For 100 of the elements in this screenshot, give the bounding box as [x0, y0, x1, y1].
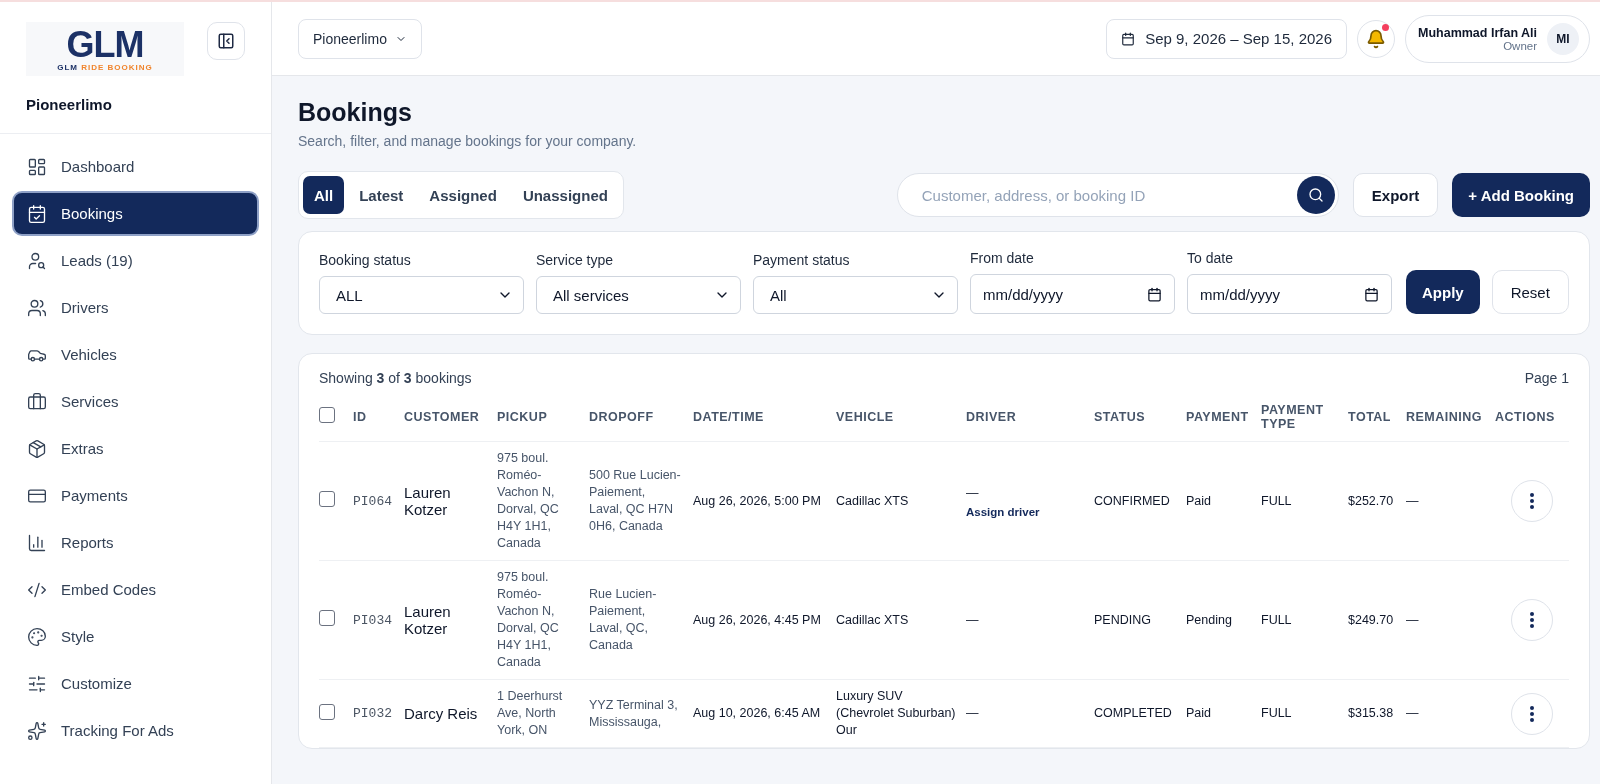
column-header: PICKUP [497, 409, 549, 424]
search-field[interactable]: Customer, address, or booking ID [896, 173, 1339, 217]
sidebar-item-label: Tracking For Ads [61, 722, 174, 739]
total-amount: $249.70 [1348, 611, 1395, 629]
column-header: PAYMENT TYPE [1261, 402, 1325, 431]
total-amount: $315.38 [1348, 705, 1395, 722]
row-checkbox[interactable] [319, 491, 335, 507]
date-time: Aug 26, 2026, 4:45 PM [693, 611, 822, 629]
search-input[interactable]: Customer, address, or booking ID [919, 185, 1297, 205]
column-header: DATE/TIME [693, 409, 765, 424]
user-menu[interactable]: Muhammad Irfan Ali Owner MI [1405, 14, 1590, 63]
users-icon [27, 297, 47, 318]
row-checkbox[interactable] [319, 610, 335, 626]
sidebar-item[interactable]: Drivers [12, 285, 259, 330]
select-all-checkbox[interactable] [319, 406, 335, 423]
search-icon [1307, 187, 1324, 203]
company-dropdown[interactable]: Pioneerlimo [298, 18, 422, 59]
reset-button[interactable]: Reset [1491, 270, 1569, 314]
page-title: Bookings [298, 98, 413, 127]
collapse-sidebar-button[interactable] [207, 22, 245, 60]
sidebar-item[interactable]: Embed Codes [12, 567, 259, 612]
filter-label: Service type [536, 252, 615, 268]
select-field[interactable]: ALL [319, 276, 524, 314]
vehicle-name: Cadillac XTS [836, 611, 910, 629]
page-subtitle: Search, filter, and manage bookings for your company. [298, 133, 638, 149]
column-header: TOTAL [1348, 409, 1392, 424]
date-field[interactable]: mm/dd/yyyy [970, 274, 1175, 314]
sidebar-item-label: Embed Codes [61, 581, 157, 598]
more-icon [1530, 705, 1534, 722]
dropoff-address: 500 Rue Lucien-Paiement, Laval, QC H7N 0H6, Canada [589, 467, 682, 535]
page-indicator: Page 1 [1524, 370, 1569, 386]
user-search-icon [27, 250, 47, 271]
search-button[interactable] [1296, 176, 1335, 214]
sidebar-item[interactable]: Services [12, 379, 259, 424]
sidebar-item[interactable]: Dashboard [12, 144, 259, 189]
tab[interactable]: Unassigned [511, 176, 619, 214]
remaining-amount: — [1406, 492, 1420, 510]
row-actions-button[interactable] [1511, 480, 1553, 522]
sidebar-item-label: Extras [61, 440, 104, 457]
add-booking-button[interactable]: + Add Booking [1452, 173, 1590, 217]
total-amount: $252.70 [1348, 492, 1395, 510]
driver-name: — [966, 705, 980, 722]
sidebar-item[interactable]: Customize [12, 661, 259, 706]
select-field[interactable]: All services [536, 276, 741, 314]
sidebar-item-label: Vehicles [61, 346, 117, 363]
briefcase-icon [27, 391, 47, 412]
export-button[interactable]: Export [1352, 173, 1439, 217]
sidebar-item[interactable]: Payments [12, 473, 259, 518]
payment-type: FULL [1261, 705, 1293, 722]
pickup-address: 975 boul. Roméo-Vachon N, Dorval, QC H4Y 1H1, Canada [497, 450, 560, 552]
date-field[interactable]: mm/dd/yyyy [1187, 274, 1392, 314]
column-header: VEHICLE [836, 409, 895, 424]
select-field[interactable]: All [753, 276, 958, 314]
sidebar-item[interactable]: Tracking For Ads [12, 708, 259, 753]
row-checkbox[interactable] [319, 703, 335, 720]
sidebar-item[interactable]: Leads (19) [12, 238, 259, 283]
sidebar-item-label: Dashboard [61, 158, 135, 175]
payment-status: Paid [1186, 492, 1213, 510]
tab[interactable]: Latest [348, 176, 415, 214]
dropoff-address: YYZ Terminal 3, Mississauga, [589, 696, 679, 731]
sidebar-item[interactable]: Style [12, 614, 259, 659]
customer-name: Lauren Kotzer [404, 603, 452, 637]
customer-name: Darcy Reis [404, 705, 479, 722]
avatar: MI [1547, 22, 1579, 55]
assign-driver-link[interactable]: Assign driver [966, 505, 1094, 518]
more-icon [1530, 493, 1534, 509]
customer-name: Lauren Kotzer [404, 484, 452, 518]
logo: GLM GLM RIDE BOOKING [26, 22, 184, 76]
company-name: Pioneerlimo [0, 76, 271, 134]
filter-label: To date [1187, 250, 1234, 266]
more-icon [1530, 612, 1534, 628]
panel-icon [217, 32, 235, 50]
sidebar-item[interactable]: Extras [12, 426, 259, 471]
sidebar-item[interactable]: Reports [12, 520, 259, 565]
booking-status: CONFIRMED [1094, 492, 1171, 510]
column-header: REMAINING [1406, 409, 1484, 424]
column-header: ACTIONS [1495, 409, 1556, 424]
tab[interactable]: All [303, 176, 345, 214]
sidebar-item-label: Payments [61, 487, 128, 504]
sidebar-item[interactable]: Bookings [12, 191, 259, 236]
sparkle-icon [27, 720, 47, 741]
notifications-button[interactable] [1357, 19, 1395, 58]
palette-icon [27, 626, 47, 647]
dashboard-icon [27, 156, 47, 177]
booking-id: PI034 [353, 612, 393, 628]
row-actions-button[interactable] [1511, 599, 1553, 641]
pickup-address: 975 boul. Roméo-Vachon N, Dorval, QC H4Y 1H1, Canada [497, 569, 560, 671]
booking-id: PI064 [353, 493, 393, 509]
date-range-button[interactable]: Sep 9, 2026 – Sep 15, 2026 [1106, 18, 1347, 59]
bell-icon [1366, 28, 1386, 49]
bar-chart-icon [27, 532, 47, 553]
sidebar-item-label: Bookings [61, 205, 123, 222]
apply-button[interactable]: Apply [1406, 270, 1480, 314]
package-icon [27, 438, 47, 459]
column-header: ID [353, 409, 368, 424]
sliders-icon [27, 673, 47, 694]
sidebar-item[interactable]: Vehicles [12, 332, 259, 377]
tab[interactable]: Assigned [418, 176, 508, 214]
column-header: STATUS [1094, 409, 1147, 424]
filter-label: Booking status [319, 252, 412, 268]
